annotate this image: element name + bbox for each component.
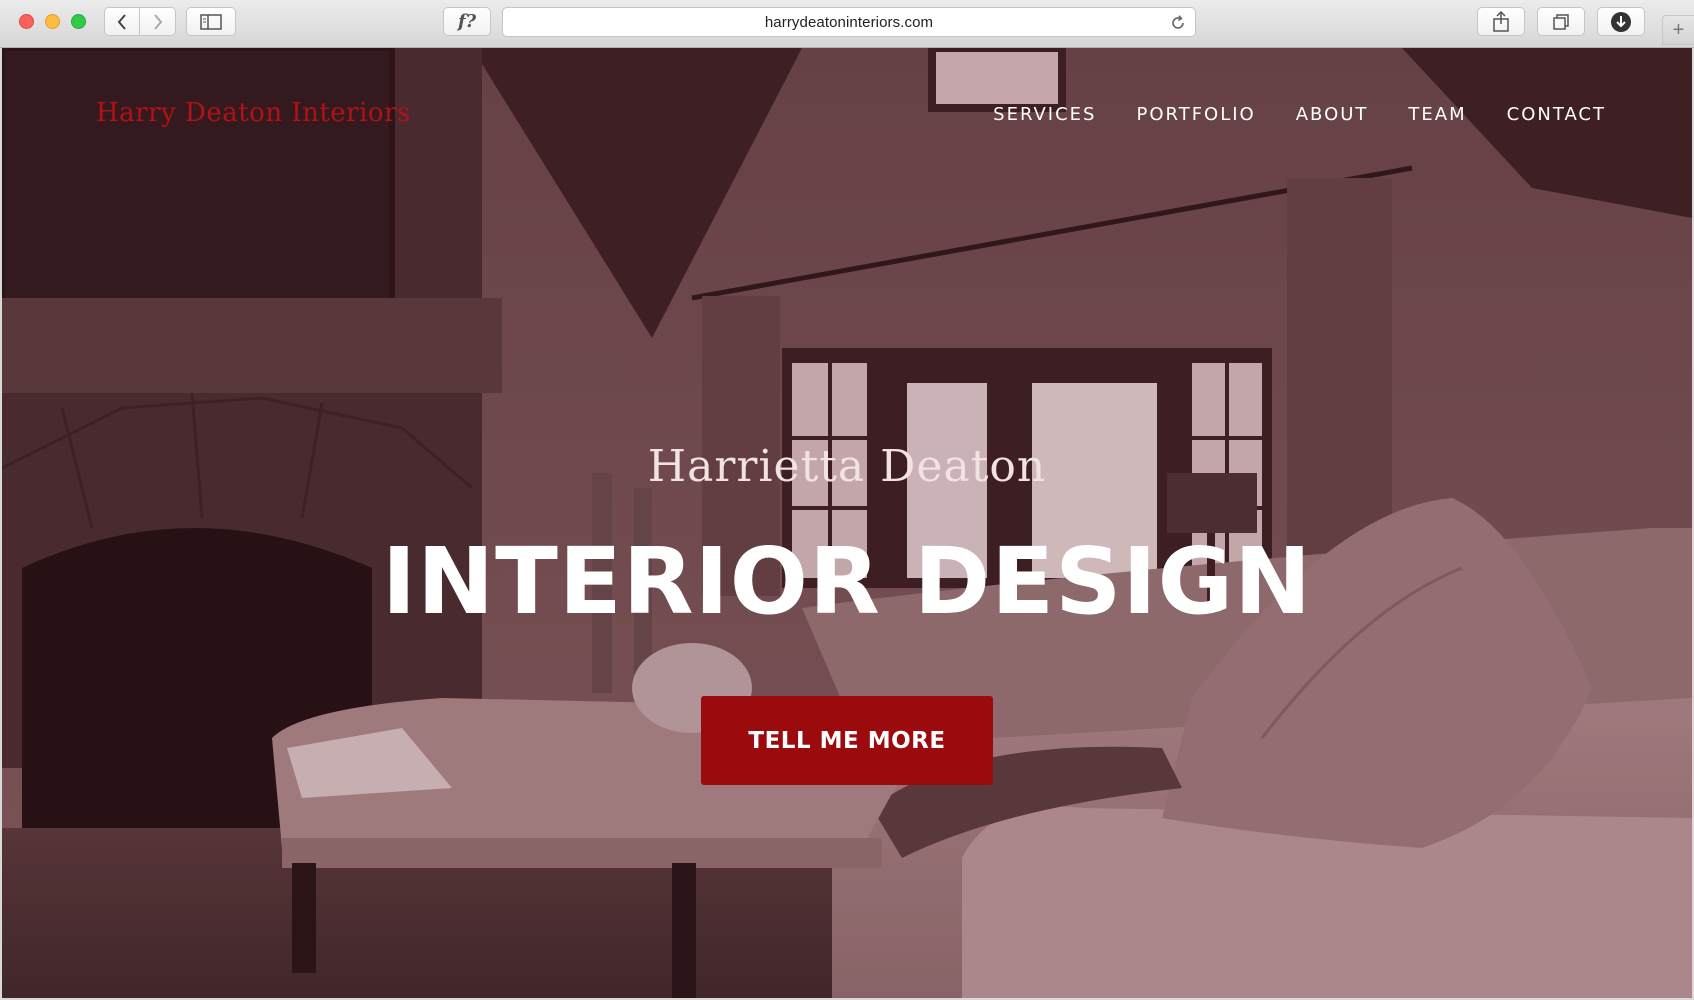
browser-toolbar: f? harrydeatoninteriors.com +	[0, 0, 1694, 48]
address-bar[interactable]: harrydeatoninteriors.com	[502, 7, 1196, 37]
tabs-icon	[1553, 13, 1569, 30]
back-icon	[117, 13, 126, 30]
page-viewport: Harry Deaton Interiors SERVICES PORTFOLI…	[2, 48, 1692, 998]
reload-icon[interactable]	[1169, 14, 1187, 32]
main-nav: SERVICES PORTFOLIO ABOUT TEAM CONTACT	[993, 104, 1606, 125]
minimize-window-button[interactable]	[45, 14, 60, 29]
site-header: Harry Deaton Interiors SERVICES PORTFOLI…	[2, 48, 1692, 178]
reader-button[interactable]: f?	[443, 7, 491, 36]
sidebar-toggle-button[interactable]	[186, 7, 236, 36]
tell-me-more-button[interactable]: TELL ME MORE	[701, 696, 993, 785]
forward-button[interactable]	[140, 7, 176, 36]
download-icon	[1611, 11, 1631, 32]
new-tab-button[interactable]: +	[1662, 15, 1694, 45]
brand-logo-link[interactable]: Harry Deaton Interiors	[96, 98, 411, 128]
sidebar-icon	[200, 13, 222, 30]
back-button[interactable]	[104, 7, 140, 36]
close-window-button[interactable]	[19, 14, 34, 29]
nav-contact[interactable]: CONTACT	[1507, 104, 1606, 125]
forward-icon	[153, 13, 162, 30]
hero-subtitle: Harrietta Deaton	[647, 441, 1047, 492]
url-text: harrydeatoninteriors.com	[764, 13, 934, 31]
hero-title: INTERIOR DESIGN	[381, 528, 1313, 635]
nav-about[interactable]: ABOUT	[1296, 104, 1369, 125]
zoom-window-button[interactable]	[71, 14, 86, 29]
share-icon	[1493, 10, 1509, 32]
nav-portfolio[interactable]: PORTFOLIO	[1136, 104, 1255, 125]
downloads-button[interactable]	[1597, 7, 1645, 36]
share-button[interactable]	[1477, 7, 1525, 36]
show-tabs-button[interactable]	[1537, 7, 1585, 36]
nav-services[interactable]: SERVICES	[993, 104, 1096, 125]
nav-team[interactable]: TEAM	[1408, 104, 1466, 125]
hero-background-image	[2, 48, 1692, 998]
